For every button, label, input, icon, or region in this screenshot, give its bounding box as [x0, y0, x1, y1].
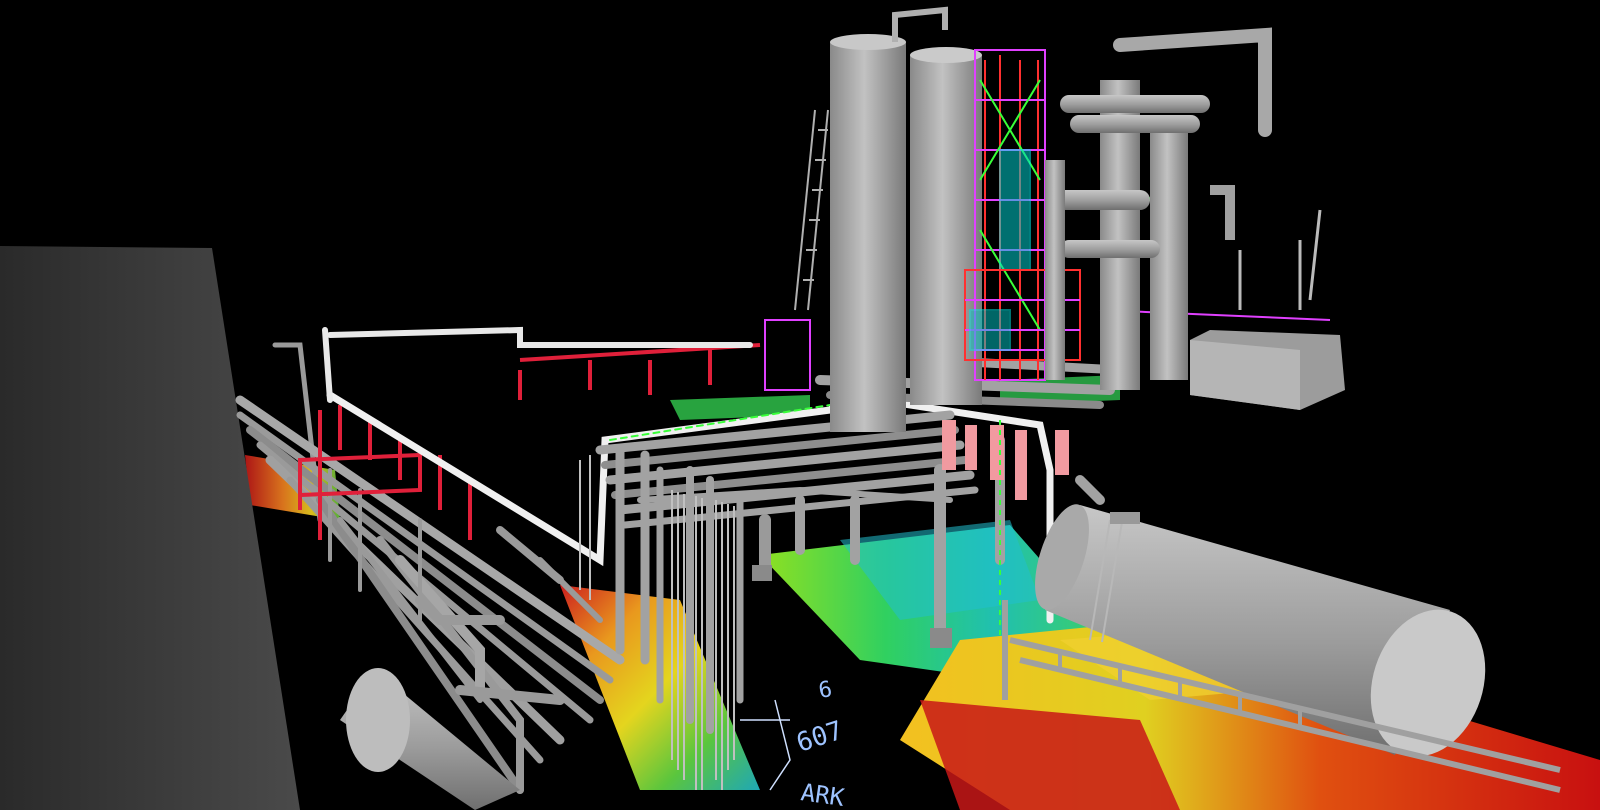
column-top-pipe	[892, 6, 948, 42]
left-wall	[0, 246, 300, 810]
distillation-column-1	[830, 34, 906, 432]
label-607: 607	[793, 716, 847, 759]
label-6: 6	[817, 677, 834, 704]
equipment-housing	[1190, 330, 1345, 410]
plant-3d-scene: 607 6 ARK	[0, 6, 1600, 810]
distillation-column-2	[910, 47, 982, 405]
ground-labels: 607 6 ARK	[793, 677, 847, 810]
column-ladder	[794, 109, 829, 311]
label-ark: ARK	[799, 778, 846, 810]
